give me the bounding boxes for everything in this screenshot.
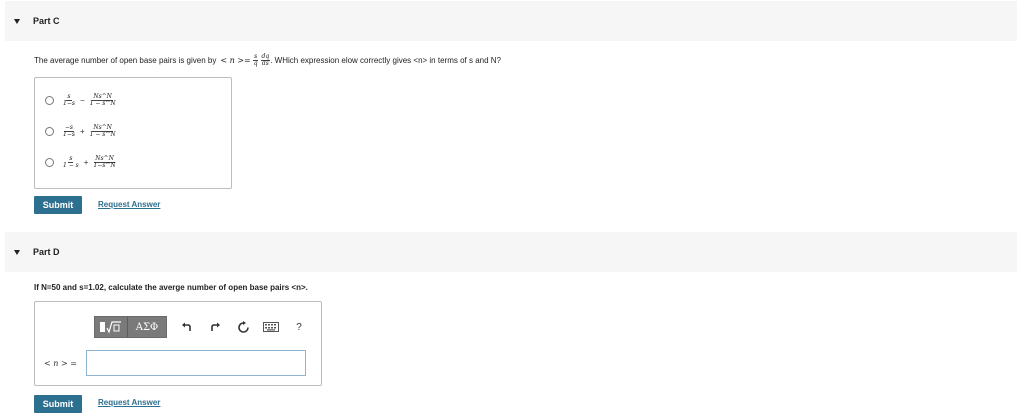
option-3-radio[interactable]: [45, 158, 54, 167]
part-c-title: Part C: [33, 16, 60, 26]
question-lhs: < n >=: [220, 56, 251, 65]
answer-entry-box: ΑΣΦ ? < n > =: [34, 301, 322, 386]
question-prefix: The average number of open base pairs is…: [34, 56, 217, 65]
part-c-request-answer-link[interactable]: Request Answer: [98, 200, 160, 209]
question-suffix: . WHich expression elow correctly gives …: [270, 56, 501, 65]
collapse-caret-icon[interactable]: [14, 249, 20, 255]
option-2[interactable]: −s 1−s + Ns^N 1 − s^N: [45, 125, 117, 138]
option-3[interactable]: s1 − s + Ns^N 1−s^N: [45, 156, 117, 169]
collapse-caret-icon[interactable]: [14, 18, 20, 24]
greek-symbols-button[interactable]: ΑΣΦ: [128, 317, 166, 337]
template-button-group[interactable]: ΑΣΦ: [94, 316, 167, 338]
part-d-question: If N=50 and s=1.02, calculate the averge…: [34, 283, 308, 292]
option-1-radio[interactable]: [45, 96, 54, 105]
part-d-title: Part D: [33, 247, 60, 257]
part-d-header[interactable]: Part D: [5, 232, 1017, 272]
help-button[interactable]: ?: [287, 317, 311, 337]
math-toolbar: ΑΣΦ ?: [94, 316, 311, 338]
answer-input[interactable]: [86, 350, 306, 376]
undo-icon[interactable]: [175, 317, 199, 337]
option-1[interactable]: s 1−s − Ns^N 1 − s^N: [45, 94, 117, 107]
answer-options-box: s 1−s − Ns^N 1 − s^N −s 1−s + Ns^N 1 − s^N s…: [34, 77, 232, 189]
question-fraction-s-over-q: s q: [253, 53, 259, 67]
part-d-request-answer-link[interactable]: Request Answer: [98, 398, 160, 407]
part-c-question: The average number of open base pairs is…: [34, 54, 501, 67]
answer-label: < n > =: [44, 359, 77, 368]
redo-icon[interactable]: [203, 317, 227, 337]
part-c-submit-button[interactable]: Submit: [34, 196, 82, 214]
keyboard-icon[interactable]: [259, 317, 283, 337]
part-d-submit-button[interactable]: Submit: [34, 395, 82, 413]
question-fraction-dq-over-ds: dq ds: [260, 53, 271, 67]
option-2-radio[interactable]: [45, 127, 54, 136]
part-c-header[interactable]: Part C: [5, 1, 1017, 41]
fraction-radical-template-icon[interactable]: [95, 317, 128, 337]
reset-icon[interactable]: [231, 317, 255, 337]
